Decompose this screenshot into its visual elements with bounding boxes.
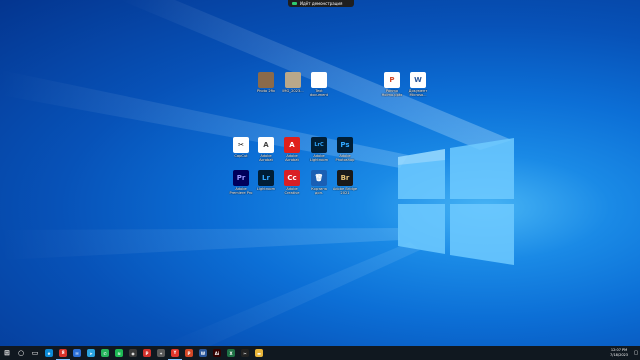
edge-app[interactable]: e: [42, 346, 56, 360]
desktop-icon-label: CapCut: [234, 154, 248, 158]
desktop-icon-label: IMG_2023...: [282, 89, 304, 93]
desktop-icon[interactable]: LrC Adobe Lightroom: [305, 137, 333, 162]
pdf-app[interactable]: P: [140, 346, 154, 360]
yandex-browser-icon: Y: [171, 348, 179, 357]
desktop-icon-label: Adobe Creative: [284, 187, 300, 196]
mail-icon: ✉: [73, 349, 81, 357]
desktop-icon[interactable]: Pr Adobe Premiere Pro: [227, 170, 255, 195]
desktop-icon[interactable]: 🗑 Корзина доп.: [305, 170, 333, 195]
desktop-icon-label: Adobe Premiere Pro: [229, 187, 253, 196]
desktop-icon-image: W: [410, 72, 426, 88]
desktop-icon-label: Adobe Acrobat: [285, 154, 299, 163]
settings-icon: ✦: [157, 349, 165, 357]
capcut-app[interactable]: ✂: [238, 346, 252, 360]
notification-center-icon[interactable]: ▢: [632, 346, 640, 360]
desktop-icon[interactable]: A Adobe Acrobat: [278, 137, 306, 162]
word-app[interactable]: W: [196, 346, 210, 360]
task-view-button[interactable]: ▭: [28, 346, 42, 360]
excel-icon: X: [227, 349, 235, 357]
desktop-icon-image: ✂: [233, 137, 249, 153]
desktop-icon[interactable]: Photo 2fix: [252, 72, 280, 93]
desktop-icon-label: Корзина доп.: [311, 187, 327, 196]
desktop-icon[interactable]: ✂ CapCut: [227, 137, 255, 158]
share-active-icon: [292, 2, 297, 5]
word-icon: W: [199, 349, 207, 357]
telegram-icon: ➤: [87, 349, 95, 357]
yandex-browser-app[interactable]: Y: [168, 346, 182, 360]
desktop-icon-image: Pr: [233, 170, 249, 186]
start-button[interactable]: ⊞: [0, 346, 14, 360]
yandex-app[interactable]: Я: [56, 346, 70, 360]
illustrator-app[interactable]: Ai: [210, 346, 224, 360]
edge-icon: e: [45, 349, 53, 357]
desktop-icon-image: A: [284, 137, 300, 153]
desktop-icon-image: Lr: [258, 170, 274, 186]
desktop-icon-label: Adobe Bridge 2021: [332, 187, 358, 196]
desktop-icon[interactable]: P Ponmo Holmo.pptx: [378, 72, 406, 97]
desktop-icon-label: Lightroom: [256, 187, 276, 191]
desktop-icon[interactable]: W Документ Microso...: [404, 72, 432, 97]
start-icon: ⊞: [4, 349, 10, 357]
desktop-icon-image: LrC: [311, 137, 327, 153]
desktop-icon-label: Text document: [309, 89, 329, 98]
desktop-icon-label: Документ Microso...: [408, 89, 428, 98]
desktop-icon-image: A: [258, 137, 274, 153]
powerpoint-icon: P: [185, 349, 193, 357]
desktop-icon-label: Adobe Lightroom: [309, 154, 329, 163]
whatsapp-icon: ✆: [101, 349, 109, 357]
excel-app[interactable]: X: [224, 346, 238, 360]
desktop-icon[interactable]: Br Adobe Bridge 2021: [331, 170, 359, 195]
powerpoint-app[interactable]: P: [182, 346, 196, 360]
desktop-icon[interactable]: IMG_2023...: [279, 72, 307, 93]
task-view-icon: ▭: [31, 349, 39, 357]
desktop-icon-label: Ponmo Holmo.pptx: [381, 89, 403, 98]
desktop-icon-image: [311, 72, 327, 88]
pdf-icon: P: [143, 349, 151, 357]
screen-share-indicator[interactable]: Идёт демонстрация: [288, 0, 354, 7]
settings-app[interactable]: ✦: [154, 346, 168, 360]
desktop-icon-image: P: [384, 72, 400, 88]
taskbar-clock[interactable]: 12:07 PM 7/18/2023: [606, 348, 632, 358]
spotify-icon: ≋: [115, 349, 123, 357]
desktop-icon-image: Br: [337, 170, 353, 186]
file-explorer-app[interactable]: ▬: [252, 346, 266, 360]
screen-share-label: Идёт демонстрация: [300, 1, 343, 6]
desktop: Идёт демонстрация Photo 2fix IMG_2023... T…: [0, 0, 640, 346]
obs-app[interactable]: ◉: [126, 346, 140, 360]
desktop-icon[interactable]: Lr Lightroom: [252, 170, 280, 191]
desktop-icon-label: Adobe Photoshop: [335, 154, 355, 163]
desktop-icon[interactable]: A Adobe Acrobat: [252, 137, 280, 162]
yandex-icon: Я: [59, 348, 67, 357]
desktop-icon-label: Photo 2fix: [256, 89, 276, 93]
system-tray: 12:07 PM 7/18/2023 ▢: [606, 346, 640, 360]
desktop-icon[interactable]: Ps Adobe Photoshop: [331, 137, 359, 162]
desktop-icon-image: Ps: [337, 137, 353, 153]
search-button[interactable]: ○: [14, 346, 28, 360]
obs-icon: ◉: [129, 349, 137, 357]
desktop-icon-image: 🗑: [311, 170, 327, 186]
desktop-icon[interactable]: Cc Adobe Creative: [278, 170, 306, 195]
desktop-icon[interactable]: Text document: [305, 72, 333, 97]
taskbar: ⊞ ○ ▭ e Я ✉ ➤ ✆ ≋ ◉ P ✦ Y P W Ai X ✂ ▬ 12:07 PM 7/18/2023 …: [0, 346, 640, 360]
desktop-icon-image: Cc: [284, 170, 300, 186]
mail-app[interactable]: ✉: [70, 346, 84, 360]
spotify-app[interactable]: ≋: [112, 346, 126, 360]
file-explorer-icon: ▬: [255, 349, 263, 357]
search-icon: ○: [17, 349, 25, 357]
clock-date: 7/18/2023: [610, 353, 628, 357]
desktop-icon-label: Adobe Acrobat: [259, 154, 273, 163]
illustrator-icon: Ai: [213, 349, 221, 357]
desktop-icon-image: [285, 72, 301, 88]
whatsapp-app[interactable]: ✆: [98, 346, 112, 360]
desktop-icon-image: [258, 72, 274, 88]
telegram-app[interactable]: ➤: [84, 346, 98, 360]
capcut-icon: ✂: [241, 349, 249, 357]
